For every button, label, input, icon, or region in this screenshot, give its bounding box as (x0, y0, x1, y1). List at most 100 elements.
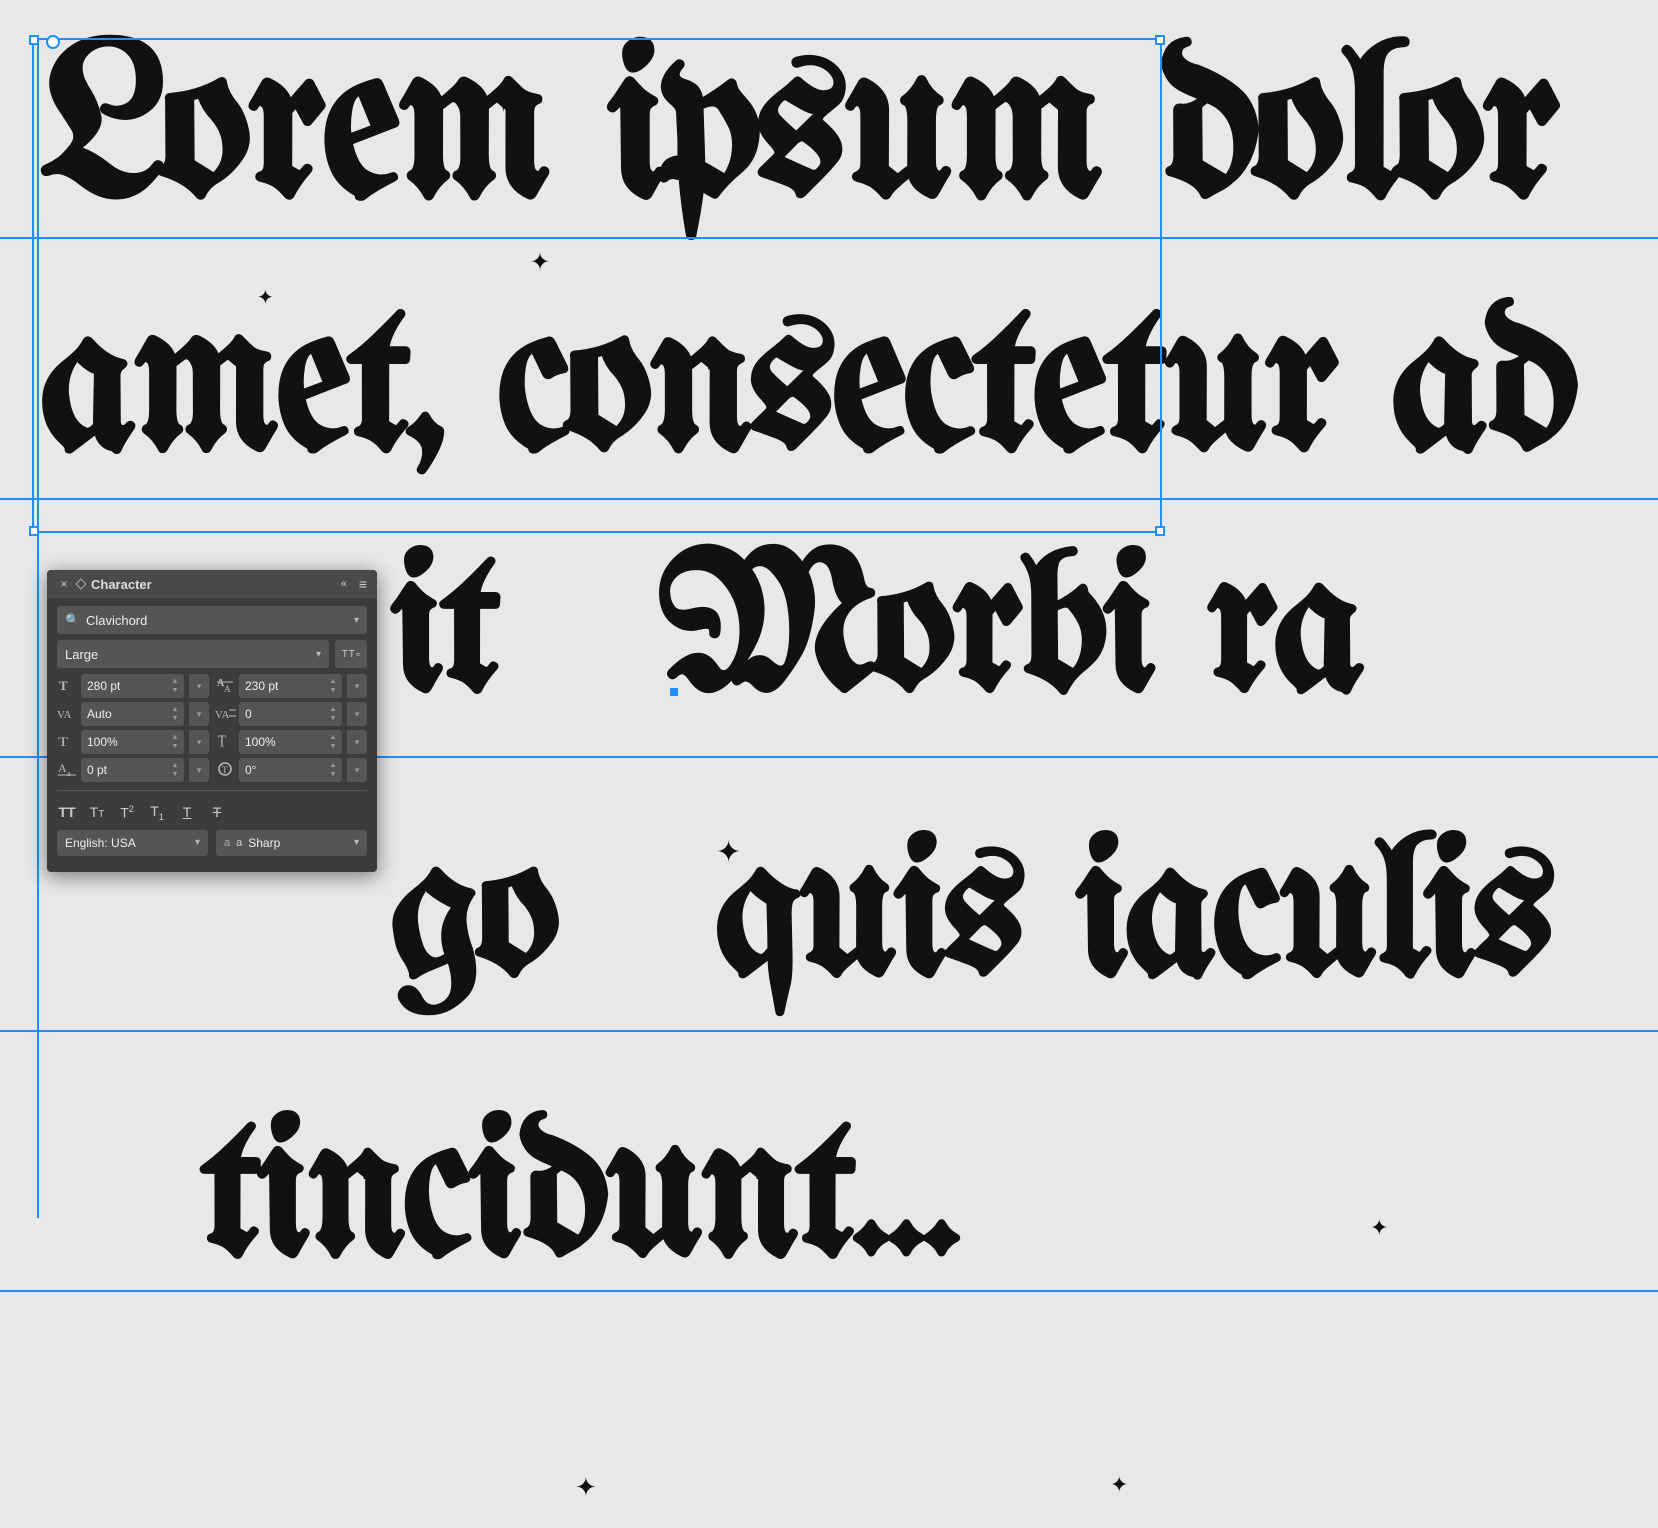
h-scale-up[interactable]: ▲ (170, 734, 180, 742)
baseline-spinner[interactable]: ▲ ▼ (170, 762, 180, 779)
tracking-cell: VA 0 ▲ ▼ ▾ (215, 702, 367, 726)
v-scale-spinner[interactable]: ▲ ▼ (328, 734, 338, 751)
v-scale-up[interactable]: ▲ (328, 734, 338, 742)
leading-down[interactable]: ▼ (328, 687, 338, 695)
metric-row-scale: T 100% ▲ ▼ ▾ T (57, 730, 367, 754)
rotation-value: 0° (245, 763, 328, 777)
panel-menu-button[interactable]: ≡ (359, 576, 367, 592)
all-caps-button[interactable]: TT (57, 804, 77, 820)
v-scale-down[interactable]: ▼ (328, 743, 338, 751)
guide-line-5 (0, 1290, 1658, 1292)
language-row: English: USA ▾ a a Sharp ▾ (57, 830, 367, 856)
baseline-dropdown[interactable]: ▾ (189, 758, 209, 782)
kerning-input[interactable]: Auto ▲ ▼ (81, 702, 184, 726)
font-size-down[interactable]: ▼ (170, 687, 180, 695)
font-size-dropdown[interactable]: ▾ (189, 674, 209, 698)
panel-close-button[interactable]: × (57, 577, 71, 591)
svg-text:A: A (58, 761, 67, 775)
baseline-value: 0 pt (87, 763, 170, 777)
h-scale-icon: T (57, 732, 77, 753)
text-line-1[interactable]: Lorem ipsum dolor (40, 25, 1658, 245)
panel-collapse-button[interactable]: « (341, 578, 347, 590)
style-row: Large ▾ TT ≈ (57, 640, 367, 668)
h-scale-spinner[interactable]: ▲ ▼ (170, 734, 180, 751)
font-name-display: Clavichord (86, 613, 354, 628)
baseline-down[interactable]: ▼ (170, 771, 180, 779)
text-line-3[interactable]: it Morbi ra (390, 535, 1658, 735)
panel-diamond-icon (75, 578, 86, 589)
h-scale-input[interactable]: 100% ▲ ▼ (81, 730, 184, 754)
font-size-cell: T 280 pt ▲ ▼ ▾ (57, 674, 209, 698)
svg-text:A: A (224, 684, 231, 694)
metric-row-baseline-rotation: A a 0 pt ▲ ▼ ▾ (57, 758, 367, 782)
v-scale-icon: T (215, 732, 235, 753)
aa-sub-label: a (236, 837, 242, 849)
baseline-up[interactable]: ▲ (170, 762, 180, 770)
antialiasing-value: Sharp (248, 836, 348, 850)
sparkle-3: ✦ (257, 285, 274, 310)
font-size-icon: T (57, 676, 77, 697)
font-size-up[interactable]: ▲ (170, 678, 180, 686)
guide-line-4 (0, 1030, 1658, 1032)
font-size-input[interactable]: 280 pt ▲ ▼ (81, 674, 184, 698)
text-line-2[interactable]: amet, consectetur ad (40, 285, 1658, 495)
tracking-dropdown[interactable]: ▾ (347, 702, 367, 726)
svg-text:a: a (67, 769, 71, 778)
tracking-input[interactable]: 0 ▲ ▼ (239, 702, 342, 726)
leading-icon: A A (215, 676, 235, 697)
kerning-value: Auto (87, 707, 170, 721)
superscript-button[interactable]: T2 (117, 804, 137, 821)
tracking-value: 0 (245, 707, 328, 721)
h-scale-value: 100% (87, 735, 170, 749)
sparkle-5: ✦ (1370, 1215, 1388, 1241)
panel-titlebar: × Character « ≡ (47, 570, 377, 598)
tracking-down[interactable]: ▼ (328, 715, 338, 723)
rotation-down[interactable]: ▼ (328, 771, 338, 779)
subscript-button[interactable]: T1 (147, 803, 167, 822)
rotation-dropdown[interactable]: ▾ (347, 758, 367, 782)
h-scale-dropdown[interactable]: ▾ (189, 730, 209, 754)
rotation-up[interactable]: ▲ (328, 762, 338, 770)
character-panel: × Character « ≡ 🔍 Clavichord ▾ Large ▾ (47, 570, 377, 872)
font-style-select[interactable]: Large ▾ (57, 640, 329, 668)
small-caps-button[interactable]: TT (87, 804, 107, 820)
text-line-5[interactable]: tincidunt... (200, 1100, 1658, 1300)
search-icon: 🔍 (65, 613, 80, 627)
strikethrough-button[interactable]: T (207, 804, 227, 820)
style-dropdown-arrow: ▾ (316, 649, 321, 660)
leading-input[interactable]: 230 pt ▲ ▼ (239, 674, 342, 698)
font-search-row[interactable]: 🔍 Clavichord ▾ (57, 606, 367, 634)
language-dropdown-arrow: ▾ (195, 837, 200, 848)
kerning-spinner[interactable]: ▲ ▼ (170, 706, 180, 723)
sparkle-4: ✦ (716, 835, 741, 870)
rotation-spinner[interactable]: ▲ ▼ (328, 762, 338, 779)
font-size-spinner[interactable]: ▲ ▼ (170, 678, 180, 695)
baseline-input[interactable]: 0 pt ▲ ▼ (81, 758, 184, 782)
baseline-cell: A a 0 pt ▲ ▼ ▾ (57, 758, 209, 782)
rotation-input[interactable]: 0° ▲ ▼ (239, 758, 342, 782)
v-scale-value: 100% (245, 735, 328, 749)
kerning-down[interactable]: ▼ (170, 715, 180, 723)
leading-up[interactable]: ▲ (328, 678, 338, 686)
text-line-4[interactable]: go quis iaculis (390, 820, 1658, 1020)
rotation-icon: T (215, 760, 235, 781)
tracking-spinner[interactable]: ▲ ▼ (328, 706, 338, 723)
fvar-button[interactable]: TT ≈ (335, 640, 367, 668)
underline-button[interactable]: T (177, 804, 197, 820)
panel-divider (57, 790, 367, 791)
h-scale-down[interactable]: ▼ (170, 743, 180, 751)
leading-spinner[interactable]: ▲ ▼ (328, 678, 338, 695)
language-select[interactable]: English: USA ▾ (57, 830, 208, 856)
svg-text:T: T (59, 678, 68, 693)
v-scale-dropdown[interactable]: ▾ (347, 730, 367, 754)
kerning-dropdown[interactable]: ▾ (189, 702, 209, 726)
v-scale-input[interactable]: 100% ▲ ▼ (239, 730, 342, 754)
sparkle-2: ✦ (530, 248, 550, 277)
tracking-icon: VA (215, 704, 235, 725)
sparkle-1: ✦ (490, 82, 517, 120)
leading-dropdown[interactable]: ▾ (347, 674, 367, 698)
antialiasing-select[interactable]: a a Sharp ▾ (216, 830, 367, 856)
kerning-up[interactable]: ▲ (170, 706, 180, 714)
tracking-up[interactable]: ▲ (328, 706, 338, 714)
panel-body: 🔍 Clavichord ▾ Large ▾ TT ≈ T (47, 598, 377, 860)
